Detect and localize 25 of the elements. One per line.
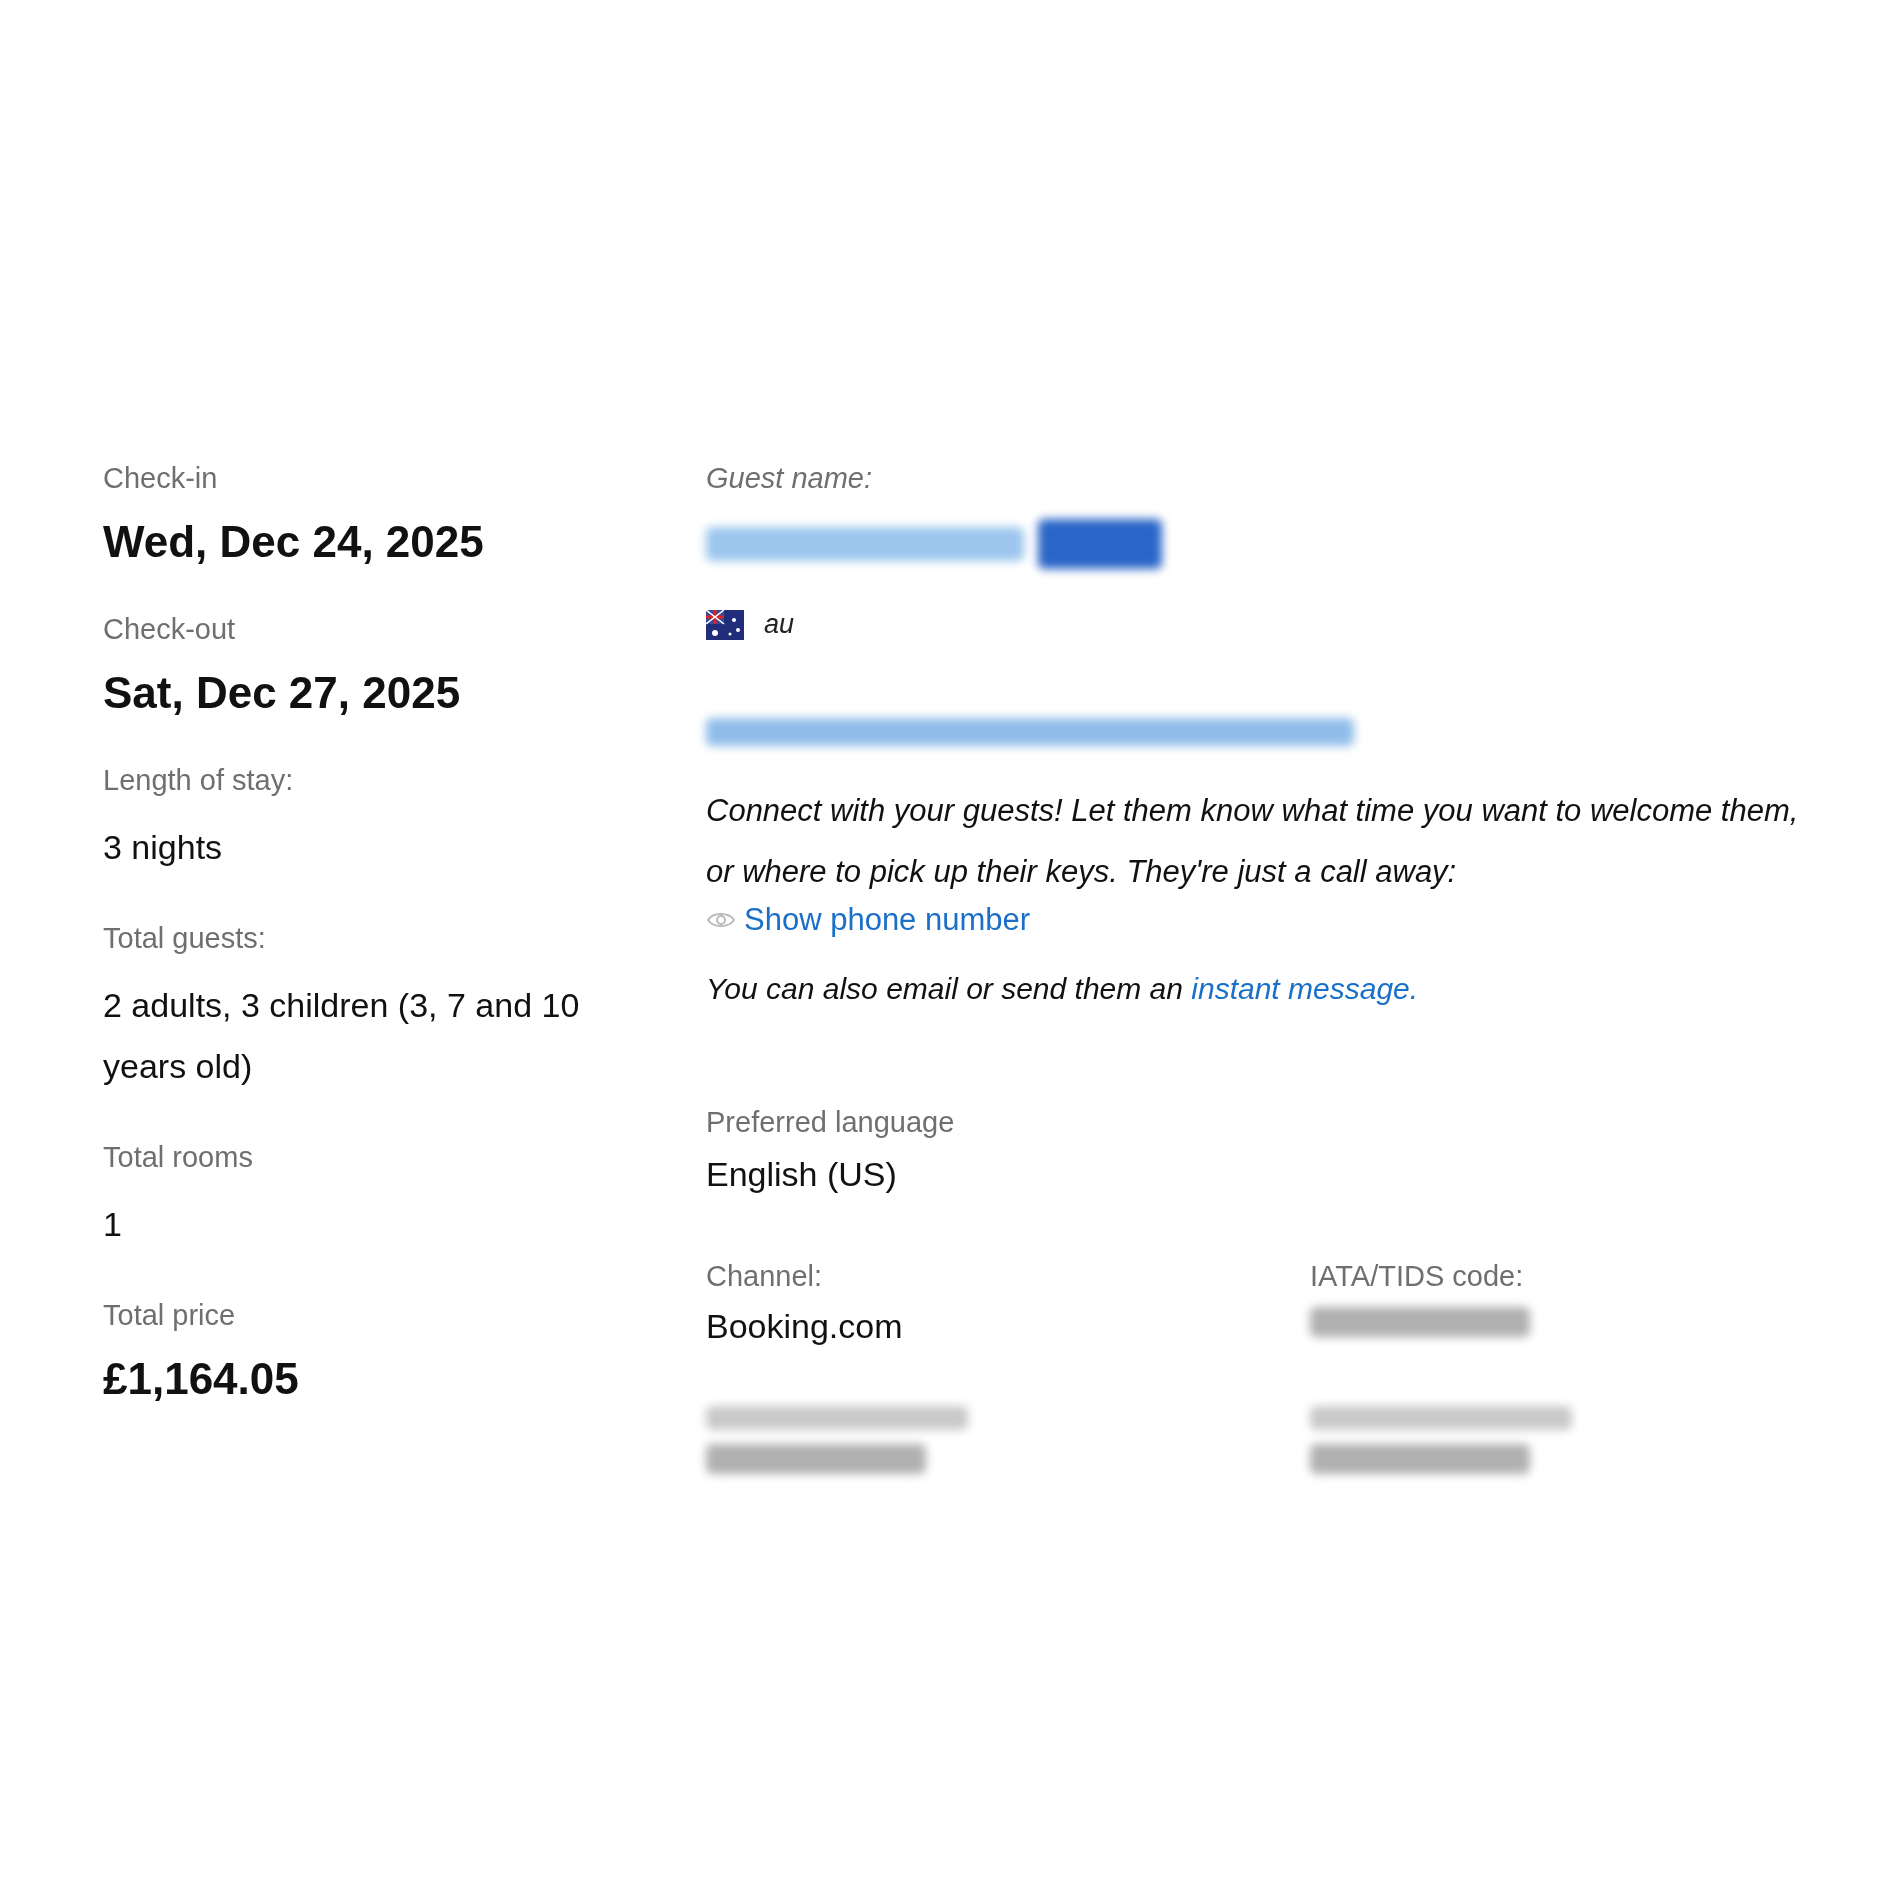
field-label: Check-in (103, 462, 219, 495)
field-label: Total guests: (103, 922, 267, 955)
message-text: Connect with your guests! Let them know what time you want to welcome them, or where to pick up their keys. They're just a call away: (706, 792, 1800, 891)
country-code: au (764, 609, 795, 640)
field-value: Booking.com (706, 1307, 904, 1346)
field-label: Total price (103, 1299, 237, 1332)
field-label: Length of stay: (103, 764, 295, 797)
field-label: Check-out (103, 613, 237, 646)
message-text: You can also email or send them an instant message. (706, 972, 1420, 1006)
field-value: £1,164.05 (103, 1353, 300, 1405)
field-value: 3 nights (103, 827, 224, 868)
field-value: Wed, Dec 24, 2025 (103, 516, 485, 568)
show-phone-link[interactable]: Show phone number (744, 902, 1031, 938)
field-label: Channel: (706, 1260, 824, 1293)
field-label: IATA/TIDS code: (1310, 1260, 1525, 1293)
field-label: Preferred language (706, 1106, 956, 1139)
field-label: Total rooms (103, 1141, 254, 1174)
instant-message-link[interactable]: instant message. (1191, 972, 1419, 1005)
field-value: Sat, Dec 27, 2025 (103, 667, 462, 719)
flag-icon (706, 609, 744, 640)
eye-icon (706, 910, 736, 930)
field-label: Guest name: (706, 462, 874, 495)
field-value: English (US) (706, 1155, 898, 1194)
field-value: 1 (103, 1204, 123, 1245)
field-value: 2 adults, 3 children (3, 7 and 10 years old) (103, 985, 581, 1087)
